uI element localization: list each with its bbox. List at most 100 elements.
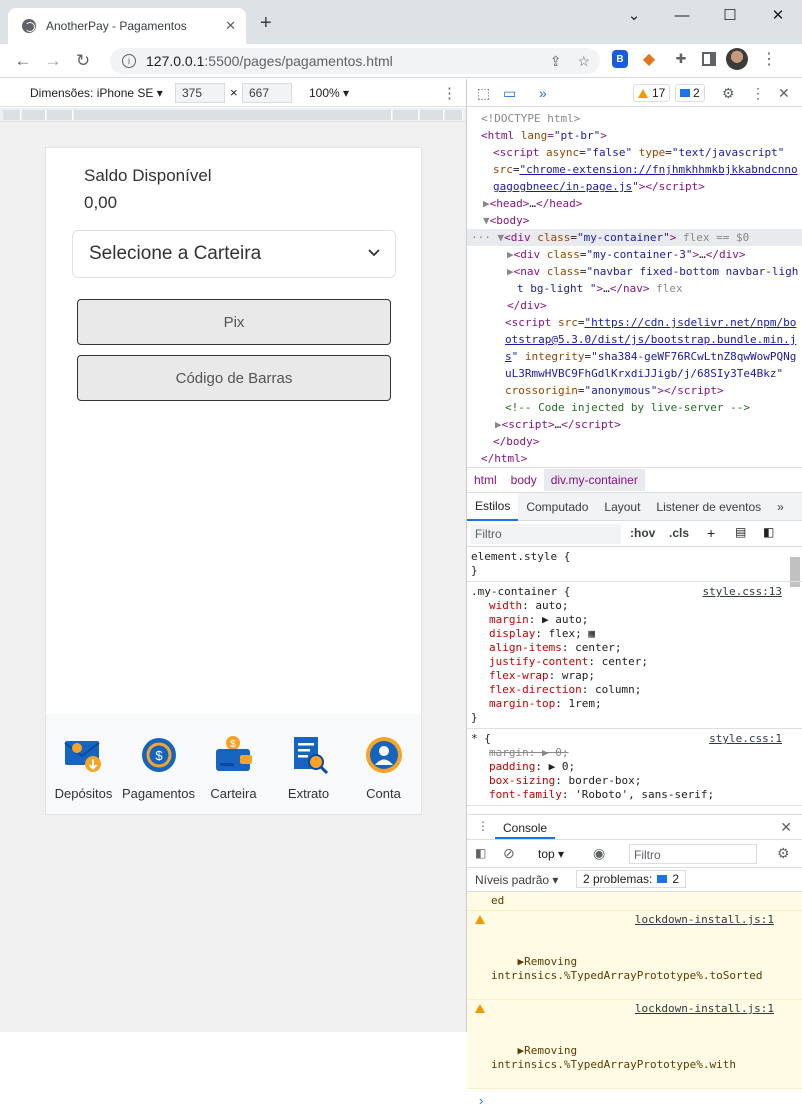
forward-button[interactable]: → — [38, 51, 68, 71]
back-button[interactable]: ← — [8, 51, 38, 71]
app-screen: Saldo Disponível 0,00 Selecione a Cartei… — [45, 147, 422, 815]
minimize-button[interactable]: — — [658, 0, 706, 30]
dom-line: </div> — [507, 299, 547, 312]
inspect-element-icon[interactable]: ⬚ — [477, 85, 490, 102]
dom-line: ▼<body> — [483, 214, 530, 227]
nav-label: Carteira — [210, 786, 257, 801]
warning-icon — [475, 1004, 485, 1013]
pix-button[interactable]: Pix — [77, 299, 391, 345]
console-source-link[interactable]: lockdown-install.js:1 — [635, 913, 774, 927]
account-user-icon — [365, 737, 402, 773]
console-levels-bar: Níveis padrão ▾ 2 problemas: 2 — [467, 868, 802, 892]
address-bar[interactable]: i 127.0.0.1:5500/pages/pagamentos.html ⇪… — [110, 48, 600, 74]
browser-tab[interactable]: AnotherPay - Pagamentos ✕ — [8, 8, 246, 44]
side-panel-icon[interactable] — [702, 52, 716, 66]
wallet-icon: $ — [215, 736, 252, 771]
messages-badge[interactable]: 2 — [675, 84, 705, 102]
styles-filter-input[interactable]: Filtro — [471, 524, 621, 544]
nav-item-carteira[interactable]: $ Carteira — [196, 734, 271, 801]
media-query-ruler[interactable] — [0, 108, 466, 122]
wallet-select[interactable]: Selecione a Carteira — [72, 230, 396, 278]
profile-avatar[interactable] — [726, 48, 748, 70]
devtools-menu-icon[interactable]: ⋮ — [751, 85, 765, 102]
console-message-text: ed — [491, 894, 505, 907]
more-tabs-icon[interactable]: » — [769, 494, 792, 520]
crumb-div[interactable]: div.my-container — [543, 469, 645, 491]
tab-layout[interactable]: Layout — [596, 494, 648, 520]
chevron-down-icon — [368, 249, 380, 257]
nav-label: Extrato — [287, 786, 330, 801]
info-icon[interactable]: i — [122, 54, 136, 68]
console-source-link[interactable]: lockdown-install.js:1 — [635, 1002, 774, 1016]
warnings-badge[interactable]: 17 — [633, 84, 671, 102]
sidebar-toggle-icon[interactable]: ◧ — [763, 525, 774, 539]
payments-coin-icon: $ — [141, 738, 176, 772]
dom-line: src="chrome-extension://fnjhmkhhmkbjkkab… — [493, 163, 798, 176]
context-select[interactable]: top ▾ — [538, 847, 564, 861]
cls-toggle[interactable]: .cls — [669, 526, 689, 540]
bookmark-star-icon[interactable]: ☆ — [577, 53, 590, 70]
nav-item-depositos[interactable]: Depósitos — [46, 734, 121, 801]
console-message: lockdown-install.js:1 ▶Removing intrinsi… — [467, 911, 802, 1000]
bitwarden-extension-icon[interactable]: B — [612, 50, 628, 68]
dom-line: </html> — [481, 452, 528, 465]
maximize-button[interactable]: ☐ — [706, 0, 754, 30]
console-settings-icon[interactable]: ⚙ — [777, 845, 790, 862]
svg-text:$: $ — [155, 748, 163, 763]
message-icon — [657, 875, 668, 883]
style-source-link[interactable]: style.css:1 — [709, 732, 782, 746]
tab-estilos[interactable]: Estilos — [467, 492, 519, 521]
console-message: lockdown-install.js:1 ▶Removing intrinsi… — [467, 1000, 802, 1089]
extensions-puzzle-icon[interactable]: ✚ — [670, 48, 692, 70]
elements-tree[interactable]: <!DOCTYPE html> <html lang="pt-br"> <scr… — [467, 107, 802, 467]
nav-label: Pagamentos — [122, 786, 195, 801]
nav-item-pagamentos[interactable]: $ Pagamentos — [121, 734, 196, 801]
crumb-html[interactable]: html — [467, 469, 504, 491]
chevron-down-icon[interactable]: ⌄ — [610, 0, 658, 30]
close-window-button[interactable]: ✕ — [754, 0, 802, 30]
crumb-body[interactable]: body — [504, 469, 544, 491]
zoom-select[interactable]: 100% ▾ — [309, 86, 349, 100]
device-width-input[interactable]: 375 — [175, 83, 225, 103]
tab-computado[interactable]: Computado — [518, 494, 596, 520]
dom-line: s" integrity="sha384-geWF76RCwLtnZ8qwWow… — [505, 350, 797, 363]
metamask-fox-icon[interactable]: ◆ — [638, 48, 660, 70]
close-devtools-icon[interactable]: ✕ — [778, 85, 790, 102]
dom-line: crossorigin="anonymous"></script> — [505, 384, 724, 397]
console-tab[interactable]: Console — [495, 819, 556, 839]
more-tabs-icon[interactable]: » — [539, 85, 547, 101]
device-more-icon[interactable]: ⋮ — [442, 84, 457, 102]
balance-value: 0,00 — [84, 193, 118, 212]
barcode-button[interactable]: Código de Barras — [77, 355, 391, 401]
console-prompt[interactable]: › — [467, 1089, 802, 1112]
style-source-link[interactable]: style.css:13 — [703, 585, 782, 599]
new-rule-icon[interactable]: + — [707, 525, 715, 541]
balance-label: Saldo Disponível — [84, 166, 212, 185]
bottom-navbar: Depósitos $ Pagamentos $ Carteira Extrat… — [46, 714, 421, 814]
device-toggle-icon[interactable]: ▭ — [503, 85, 516, 102]
breadcrumb: html body div.my-container — [467, 467, 802, 493]
browser-menu-icon[interactable]: ⋮ — [758, 48, 780, 70]
tab-listeners[interactable]: Listener de eventos — [648, 494, 769, 520]
console-sidebar-icon[interactable]: ◧ — [475, 846, 486, 860]
device-height-input[interactable]: 667 — [242, 83, 292, 103]
nav-item-extrato[interactable]: Extrato — [271, 734, 346, 801]
hov-toggle[interactable]: :hov — [630, 526, 655, 540]
log-levels-select[interactable]: Níveis padrão ▾ — [475, 873, 558, 887]
styles-pane[interactable]: element.style {} style.css:13 .my-contai… — [467, 547, 802, 814]
settings-gear-icon[interactable]: ⚙ — [722, 85, 735, 102]
close-drawer-icon[interactable]: ✕ — [780, 819, 792, 836]
problems-button[interactable]: 2 problemas: 2 — [576, 870, 687, 888]
console-filter-input[interactable]: Filtro — [629, 844, 757, 864]
live-expression-eye-icon[interactable]: ◉ — [593, 845, 605, 862]
reload-button[interactable]: ↻ — [68, 51, 98, 71]
nav-item-conta[interactable]: Conta — [346, 734, 421, 801]
share-icon[interactable]: ⇪ — [550, 53, 562, 70]
clear-console-icon[interactable]: ⊘ — [503, 845, 515, 862]
device-select[interactable]: Dimensões: iPhone SE ▾ — [30, 86, 163, 100]
drawer-menu-icon[interactable]: ⋮ — [477, 819, 489, 833]
new-tab-button[interactable]: + — [260, 13, 272, 33]
close-tab-icon[interactable]: ✕ — [225, 18, 236, 34]
dom-line: otstrap@5.3.0/dist/js/bootstrap.bundle.m… — [505, 333, 797, 346]
paint-icon[interactable]: ▤ — [735, 525, 746, 539]
